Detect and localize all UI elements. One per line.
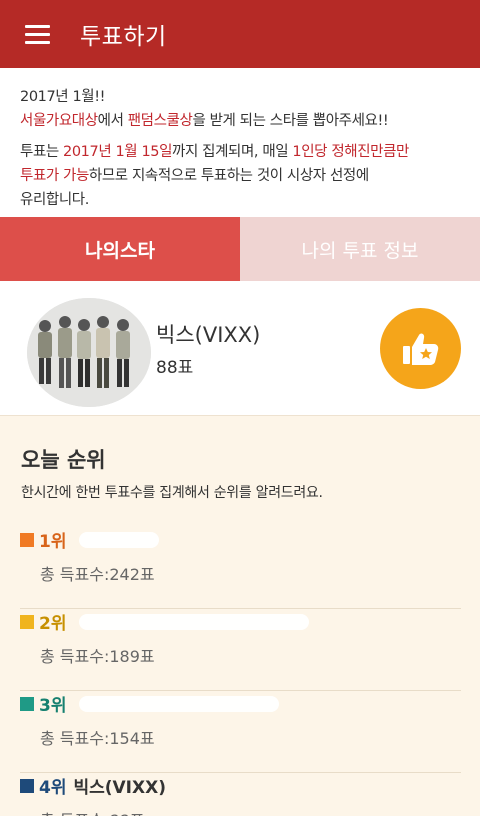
today-ranking-section: 오늘 순위 한시간에 한번 투표수를 집계해서 순위를 알려드려요. 1위 총 …	[0, 417, 480, 816]
rank-color-marker	[20, 532, 34, 547]
rank-color-marker	[20, 614, 34, 629]
hidden-name-mask	[79, 531, 160, 548]
my-star-name: 빅스(VIXX)	[156, 323, 261, 347]
notice-line-5: 유리합니다.	[20, 192, 89, 208]
hamburger-menu-icon[interactable]	[0, 0, 76, 68]
page-title: 투표하기	[80, 24, 167, 50]
rank-total-votes: 총 득표수:154표	[40, 729, 155, 748]
daily-limit: 1인당 정해진만큼만	[292, 144, 409, 160]
rank-number: 4위	[39, 778, 67, 798]
hidden-name-mask	[79, 695, 280, 712]
rank-number: 2위	[39, 614, 67, 634]
rank-item-2[interactable]: 2위 총 득표수:189표	[20, 609, 461, 691]
rank-total-votes: 총 득표수:242표	[40, 565, 155, 584]
top-app-bar: 투표하기	[0, 0, 480, 68]
rank-item-1[interactable]: 1위 총 득표수:242표	[20, 527, 461, 609]
vote-notice: 2017년 1월!! 서울가요대상에서 팬덤스쿨상을 받게 되는 스타를 뽑아주…	[0, 68, 480, 217]
tab-bar: 나의스타 나의 투표 정보	[0, 217, 480, 281]
notice-line-1: 2017년 1월!!	[20, 89, 106, 105]
star-group-photo	[27, 298, 151, 407]
my-star-card: 빅스(VIXX) 88표	[0, 281, 480, 416]
rank-item-3[interactable]: 3위 총 득표수:154표	[20, 691, 461, 773]
rank-color-marker	[20, 696, 34, 711]
rank-item-4[interactable]: 4위 빅스(VIXX) 총 득표수:88표	[20, 773, 461, 816]
vote-button[interactable]	[380, 308, 461, 389]
thumbs-up-star-icon	[402, 333, 438, 365]
deadline-date: 2017년 1월 15일	[63, 144, 173, 160]
ranking-description: 한시간에 한번 투표수를 집계해서 순위를 알려드려요.	[21, 485, 323, 501]
award-category: 팬덤스쿨상	[127, 113, 193, 129]
ranking-title: 오늘 순위	[21, 448, 106, 472]
rank-total-votes: 총 득표수:189표	[40, 647, 155, 666]
rank-color-marker	[20, 778, 34, 793]
my-star-votes: 88표	[156, 358, 194, 378]
notice-line-3: 투표는 2017년 1월 15일까지 집계되며, 매일 1인당 정해진만큼만	[20, 144, 409, 160]
rank-number: 3위	[39, 696, 67, 716]
rank-star-name: 빅스(VIXX)	[73, 778, 166, 798]
notice-line-2: 서울가요대상에서 팬덤스쿨상을 받게 되는 스타를 뽑아주세요!!	[20, 113, 389, 129]
hidden-name-mask	[79, 613, 310, 630]
rank-number: 1위	[39, 532, 67, 552]
notice-line-4: 투표가 가능하므로 지속적으로 투표하는 것이 시상자 선정에	[20, 168, 369, 184]
tab-my-star[interactable]: 나의스타	[0, 217, 240, 281]
award-name: 서울가요대상	[20, 113, 98, 129]
rank-total-votes: 총 득표수:88표	[40, 807, 144, 816]
tab-my-vote-info[interactable]: 나의 투표 정보	[240, 217, 480, 281]
